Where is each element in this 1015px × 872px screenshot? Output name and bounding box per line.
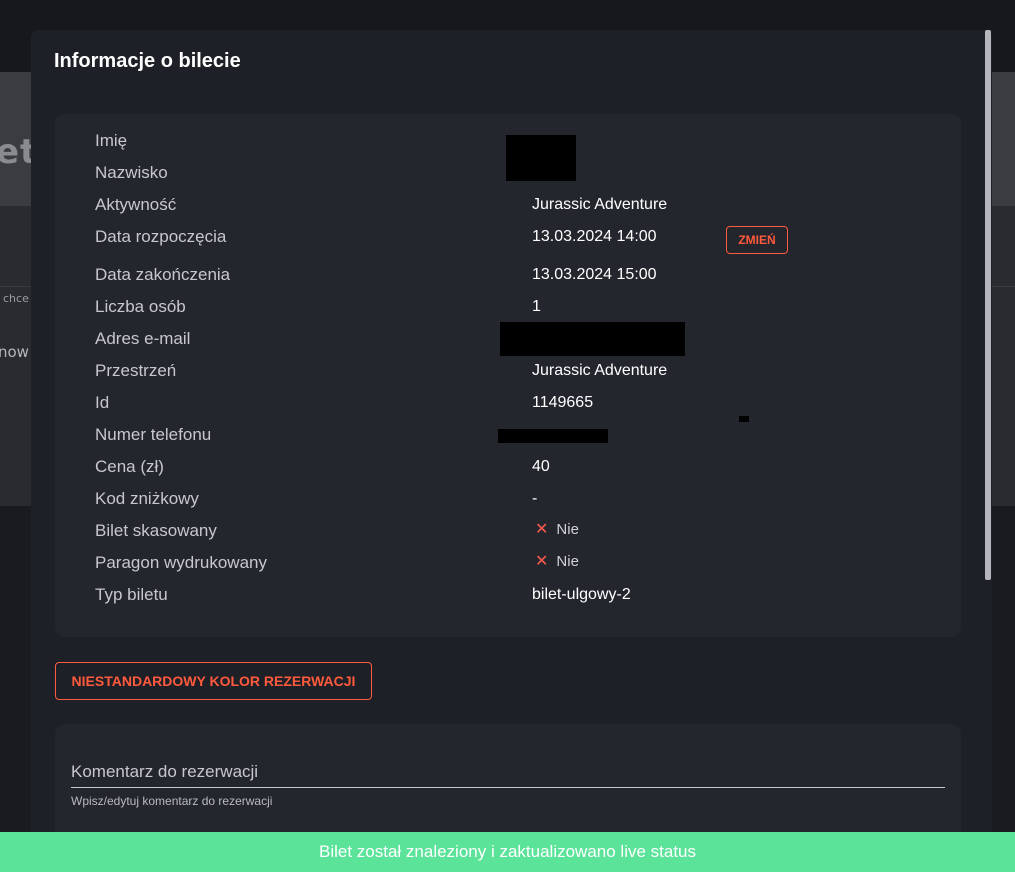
label-ticket-type: Typ biletu [95, 585, 168, 604]
value-activity: Jurassic Adventure [532, 196, 668, 213]
background-word: now [0, 343, 29, 361]
label-space: Przestrzeń [95, 361, 177, 380]
ticket-info-modal: Informacje o bilecie Imię Nazwisko Aktyw… [31, 30, 992, 872]
label-end-date: Data zakończenia [95, 265, 231, 284]
change-date-button[interactable]: ZMIEŃ [726, 226, 788, 254]
label-email: Adres e-mail [95, 329, 191, 348]
status-toast: Bilet został znaleziony i zaktualizowano… [0, 832, 1015, 872]
modal-scrollbar[interactable] [985, 30, 991, 580]
modal-title: Informacje o bilecie [54, 50, 241, 72]
value-ticket-cancelled: ✕ Nie [535, 521, 579, 538]
label-ticket-cancelled: Bilet skasowany [95, 521, 217, 540]
receipt-printed-text: Nie [556, 553, 579, 570]
comment-helper-text: Wpisz/edytuj komentarz do rezerwacji [71, 794, 273, 808]
label-id: Id [95, 393, 110, 412]
ticket-cancelled-text: Nie [556, 521, 579, 538]
redacted-name-value [506, 135, 576, 181]
value-people-count: 1 [532, 298, 541, 315]
value-start-date: 13.03.2024 14:00 [532, 228, 657, 245]
background-small-text: chce [3, 292, 29, 305]
value-discount-code: - [532, 490, 538, 507]
label-phone: Numer telefonu [95, 425, 212, 444]
comment-input-label[interactable]: Komentarz do rezerwacji [71, 762, 258, 782]
redacted-phone-value [498, 429, 608, 443]
close-x-icon: ✕ [535, 520, 549, 538]
value-price: 40 [532, 458, 550, 475]
label-start-date: Data rozpoczęcia [95, 227, 227, 246]
value-space: Jurassic Adventure [532, 362, 668, 379]
custom-reservation-color-button[interactable]: NIESTANDARDOWY KOLOR REZERWACJI [55, 662, 372, 700]
label-receipt-printed: Paragon wydrukowany [95, 553, 267, 572]
close-x-icon: ✕ [535, 552, 549, 570]
value-receipt-printed: ✕ Nie [535, 553, 579, 570]
redacted-mark [739, 416, 749, 422]
comment-input-underline[interactable] [71, 787, 945, 788]
label-people-count: Liczba osób [95, 297, 186, 316]
value-id: 1149665 [532, 394, 594, 411]
value-ticket-type: bilet-ulgowy-2 [532, 586, 631, 603]
value-end-date: 13.03.2024 15:00 [532, 266, 657, 283]
label-price: Cena (zł) [95, 457, 164, 476]
label-activity: Aktywność [95, 195, 177, 214]
label-first-name: Imię [95, 131, 128, 150]
label-discount-code: Kod zniżkowy [95, 489, 199, 508]
ticket-info-card: Imię Nazwisko Aktywność Data rozpoczęcia… [55, 114, 961, 637]
redacted-email-value [500, 322, 685, 356]
label-last-name: Nazwisko [95, 163, 168, 182]
